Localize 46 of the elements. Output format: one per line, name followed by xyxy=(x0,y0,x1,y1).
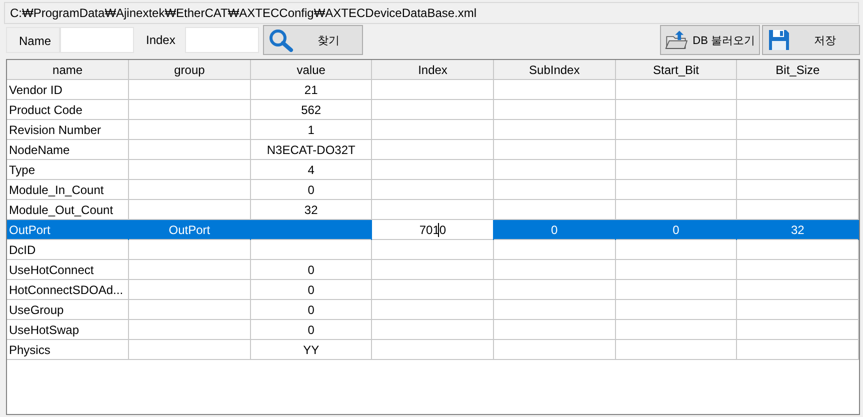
save-button[interactable]: 저장 xyxy=(762,25,860,55)
table-cell: 1 xyxy=(250,120,372,140)
table-cell: DcID xyxy=(7,240,129,260)
table-cell: Module_In_Count xyxy=(7,180,129,200)
table-cell: 0 xyxy=(250,300,372,320)
table-cell: OutPort xyxy=(7,220,129,240)
index-label: Index xyxy=(145,32,176,49)
table-cell: 562 xyxy=(250,100,372,120)
table-cell: Revision Number xyxy=(7,120,129,140)
name-field[interactable] xyxy=(60,27,134,53)
table-cell: OutPort xyxy=(128,220,250,240)
table-cell: HotConnectSDOAd... xyxy=(7,280,129,300)
table-cell: 0 xyxy=(615,220,737,240)
table-cell: Vendor ID xyxy=(7,80,129,100)
table-cell: 0 xyxy=(250,280,372,300)
column-header[interactable]: name xyxy=(7,60,129,80)
table-cell: UseHotConnect xyxy=(7,260,129,280)
table-cell: UseGroup xyxy=(7,300,129,320)
table-cell: 0 xyxy=(494,220,616,240)
table-cell: N3ECAT-DO32T xyxy=(250,140,372,160)
column-header[interactable]: group xyxy=(128,60,250,80)
table-cell: 0 xyxy=(250,180,372,200)
column-header[interactable]: SubIndex xyxy=(494,60,616,80)
table-cell: Type xyxy=(7,160,129,180)
table-cell: Product Code xyxy=(7,100,129,120)
search-icon xyxy=(268,28,294,52)
table-cell: 4 xyxy=(250,160,372,180)
load-db-button[interactable]: DB 불러오기 xyxy=(660,25,760,55)
column-header[interactable]: Start_Bit xyxy=(615,60,737,80)
table-cell: NodeName xyxy=(7,140,129,160)
index-field[interactable] xyxy=(185,27,260,53)
table-cell: 0 xyxy=(250,320,372,340)
file-path: C:₩ProgramData₩Ajinextek₩EtherCAT₩AXTECConfig₩AXTECDeviceDataBase.xml xyxy=(4,2,859,24)
table-cell: Physics xyxy=(7,340,129,360)
folder-upload-icon xyxy=(665,28,689,52)
table-cell: 21 xyxy=(250,80,372,100)
search-button[interactable]: 찾기 xyxy=(263,25,364,55)
table-cell: UseHotSwap xyxy=(7,320,129,340)
table-cell: 32 xyxy=(736,220,858,240)
name-label: Name xyxy=(6,27,60,53)
table-cell: 0 xyxy=(250,260,372,280)
column-header[interactable]: value xyxy=(250,60,372,80)
cell-editor[interactable]: 7010 xyxy=(372,220,494,240)
column-header[interactable]: Bit_Size xyxy=(736,60,858,80)
column-header[interactable]: Index xyxy=(372,60,494,80)
table-cell: YY xyxy=(250,340,372,360)
